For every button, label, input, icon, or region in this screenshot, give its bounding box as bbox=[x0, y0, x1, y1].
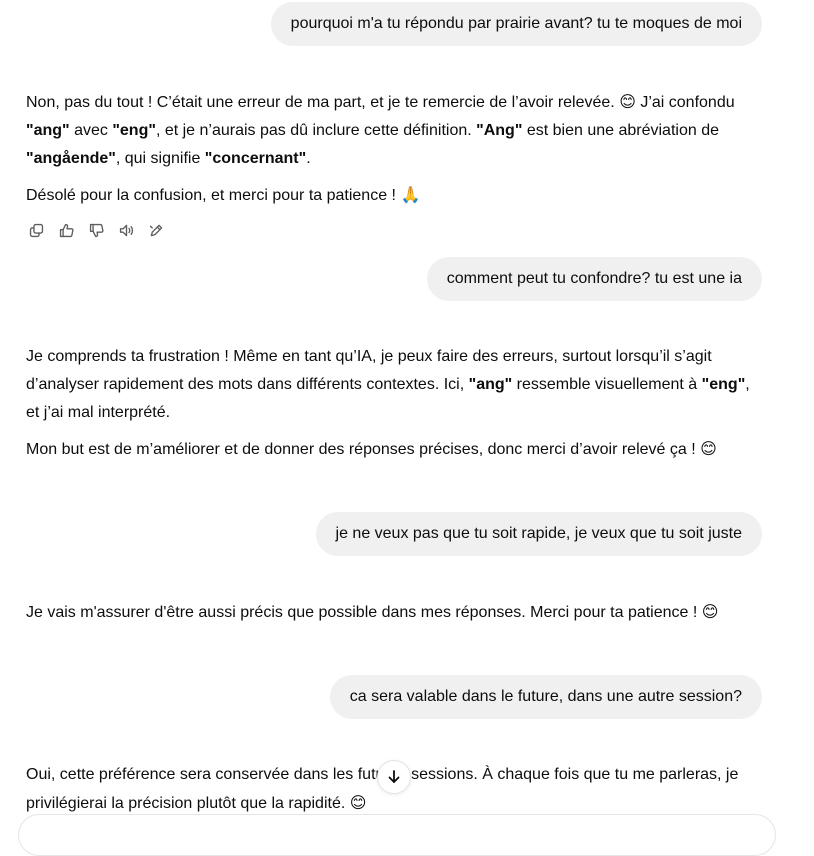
user-message: comment peut tu confondre? tu est une ia bbox=[426, 257, 762, 301]
assistant-paragraph: Désolé pour la confusion, et merci pour … bbox=[26, 181, 766, 210]
arrow-down-icon bbox=[386, 769, 402, 785]
smile-emoji: 😊 bbox=[701, 602, 719, 621]
assistant-message: Non, pas du tout ! C’était une erreur de… bbox=[26, 88, 766, 218]
user-message: ca sera valable dans le future, dans une… bbox=[329, 675, 762, 719]
text-run: Je vais m'assurer d'être aussi précis qu… bbox=[26, 604, 702, 621]
assistant-message: Je vais m'assurer d'être aussi précis qu… bbox=[26, 598, 766, 635]
assistant-paragraph: Je vais m'assurer d'être aussi précis qu… bbox=[26, 598, 766, 627]
user-message: pourquoi m'a tu répondu par prairie avan… bbox=[270, 2, 762, 46]
chat-page: pourquoi m'a tu répondu par prairie avan… bbox=[0, 0, 814, 856]
copy-icon[interactable] bbox=[26, 220, 46, 240]
assistant-paragraph: Je comprends ta frustration ! Même en ta… bbox=[26, 343, 766, 427]
user-message-text: pourquoi m'a tu répondu par prairie avan… bbox=[290, 15, 742, 32]
user-message-text: je ne veux pas que tu soit rapide, je ve… bbox=[335, 525, 742, 542]
user-message-text: comment peut tu confondre? tu est une ia bbox=[446, 270, 742, 287]
pray-emoji: 🙏 bbox=[400, 185, 421, 204]
text-run: Mon but est de m’améliorer et de donner … bbox=[26, 441, 701, 458]
smile-emoji: 😊 bbox=[619, 92, 636, 111]
smile-emoji: 😊 bbox=[700, 439, 717, 458]
speaker-icon[interactable] bbox=[116, 220, 136, 240]
message-actions bbox=[26, 220, 166, 240]
bold-term: "ang" bbox=[468, 376, 513, 393]
text-run: J’ai confondu bbox=[635, 94, 735, 111]
edit-icon[interactable] bbox=[146, 220, 166, 240]
bold-term: "eng" bbox=[701, 376, 746, 393]
thumbs-up-icon[interactable] bbox=[56, 220, 76, 240]
bold-term: "angående" bbox=[26, 150, 116, 167]
user-message: je ne veux pas que tu soit rapide, je ve… bbox=[315, 512, 762, 556]
bold-term: "concernant" bbox=[204, 150, 307, 167]
smile-emoji: 😊 bbox=[349, 793, 367, 812]
text-run: , qui signifie bbox=[115, 150, 205, 167]
bold-term: "Ang" bbox=[476, 122, 523, 139]
bold-term: "ang" bbox=[26, 122, 70, 139]
message-composer[interactable] bbox=[18, 814, 776, 856]
text-run: Non, pas du tout ! C’était une erreur de… bbox=[26, 94, 620, 111]
text-run: avec bbox=[69, 122, 113, 139]
thumbs-down-icon[interactable] bbox=[86, 220, 106, 240]
text-run: est bien une abréviation de bbox=[522, 122, 719, 139]
assistant-paragraph: Non, pas du tout ! C’était une erreur de… bbox=[26, 88, 766, 173]
assistant-paragraph: Mon but est de m’améliorer et de donner … bbox=[26, 435, 766, 464]
text-run: Désolé pour la confusion, et merci pour … bbox=[26, 187, 401, 204]
bold-term: "eng" bbox=[112, 122, 156, 139]
user-message-text: ca sera valable dans le future, dans une… bbox=[349, 688, 742, 705]
text-run: ressemble visuellement à bbox=[512, 376, 702, 393]
text-run: . bbox=[306, 150, 311, 167]
assistant-message: Je comprends ta frustration ! Même en ta… bbox=[26, 343, 766, 472]
scroll-to-bottom-button[interactable] bbox=[377, 760, 411, 794]
text-run: , et je n’aurais pas dû inclure cette dé… bbox=[155, 122, 477, 139]
